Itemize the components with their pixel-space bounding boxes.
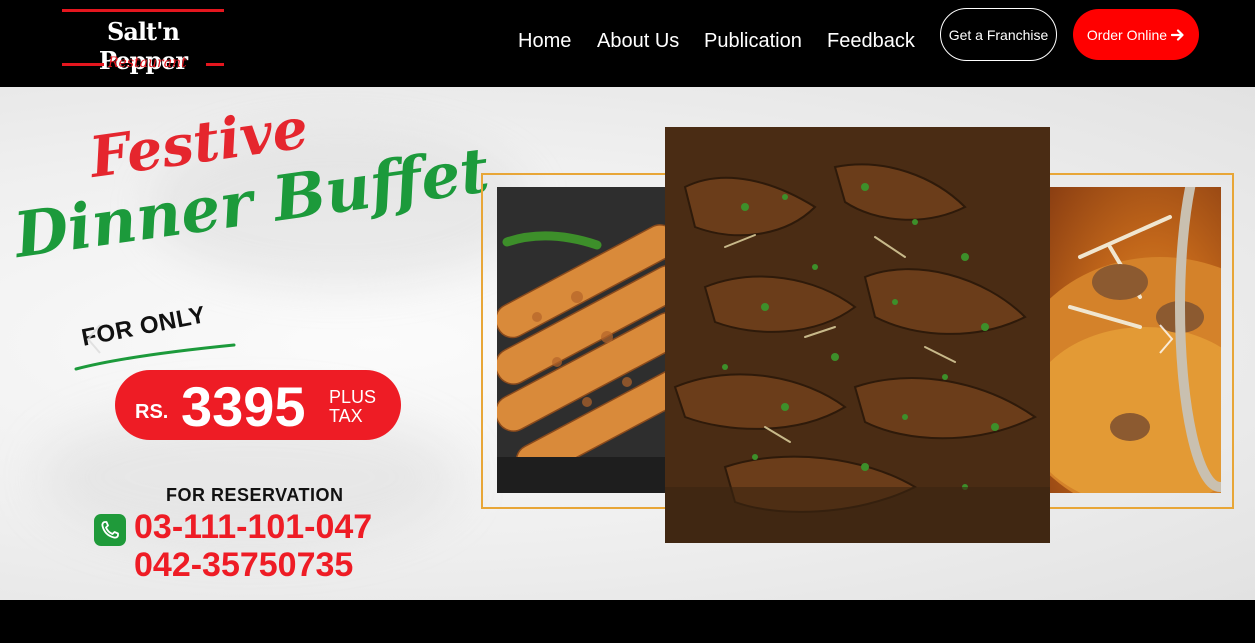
nav-home[interactable]: Home bbox=[518, 30, 571, 53]
chevron-left-icon bbox=[86, 324, 101, 354]
phone-icon bbox=[94, 514, 126, 546]
order-online-label: Order Online bbox=[1086, 26, 1168, 43]
nihari-photo bbox=[1050, 187, 1221, 493]
reservation-phone-2[interactable]: 042-35750735 bbox=[134, 546, 353, 585]
nav-about-us[interactable]: About Us bbox=[597, 30, 679, 53]
logo-rule-right bbox=[206, 63, 224, 66]
order-online-button[interactable]: Order Online bbox=[1073, 9, 1199, 60]
logo-top-rule bbox=[62, 9, 224, 12]
seekh-kebab-photo bbox=[497, 187, 665, 493]
site-header: Salt'n Pepper Restaurant Home About Us P… bbox=[0, 0, 1255, 87]
karahi-illustration bbox=[665, 127, 1050, 543]
get-franchise-label: Get a Franchise bbox=[948, 26, 1049, 43]
nav-feedback[interactable]: Feedback bbox=[827, 30, 915, 53]
price-badge: RS. 3395 PLUS TAX bbox=[115, 370, 401, 440]
price-tax: TAX bbox=[329, 406, 363, 426]
logo-subtitle: Restaurant bbox=[108, 55, 187, 71]
seekh-kebab-illustration bbox=[497, 187, 665, 493]
carousel-prev-button[interactable] bbox=[82, 319, 108, 359]
logo[interactable]: Salt'n Pepper Restaurant bbox=[62, 9, 224, 75]
page-bottom-band bbox=[0, 600, 1255, 643]
reservation-phone-1[interactable]: 03-111-101-047 bbox=[134, 508, 372, 547]
carousel-next-button[interactable] bbox=[1152, 319, 1178, 359]
hero-carousel: Festive Dinner Buffet FOR ONLY RS. 3395 … bbox=[0, 87, 1255, 600]
nihari-illustration bbox=[1050, 187, 1221, 493]
price-amount: 3395 bbox=[181, 375, 306, 438]
price-plus-tax: PLUS TAX bbox=[329, 388, 376, 426]
get-franchise-button[interactable]: Get a Franchise bbox=[940, 8, 1057, 61]
karahi-photo bbox=[665, 127, 1050, 543]
logo-subtitle-row: Restaurant bbox=[62, 55, 224, 72]
reservation-label: FOR RESERVATION bbox=[166, 485, 344, 505]
chevron-right-icon bbox=[1159, 324, 1174, 354]
logo-rule-left bbox=[62, 63, 104, 66]
price-currency: RS. bbox=[135, 401, 169, 423]
price-plus: PLUS bbox=[329, 387, 377, 407]
arrow-right-icon bbox=[1171, 28, 1184, 41]
nav-publication[interactable]: Publication bbox=[704, 30, 802, 53]
